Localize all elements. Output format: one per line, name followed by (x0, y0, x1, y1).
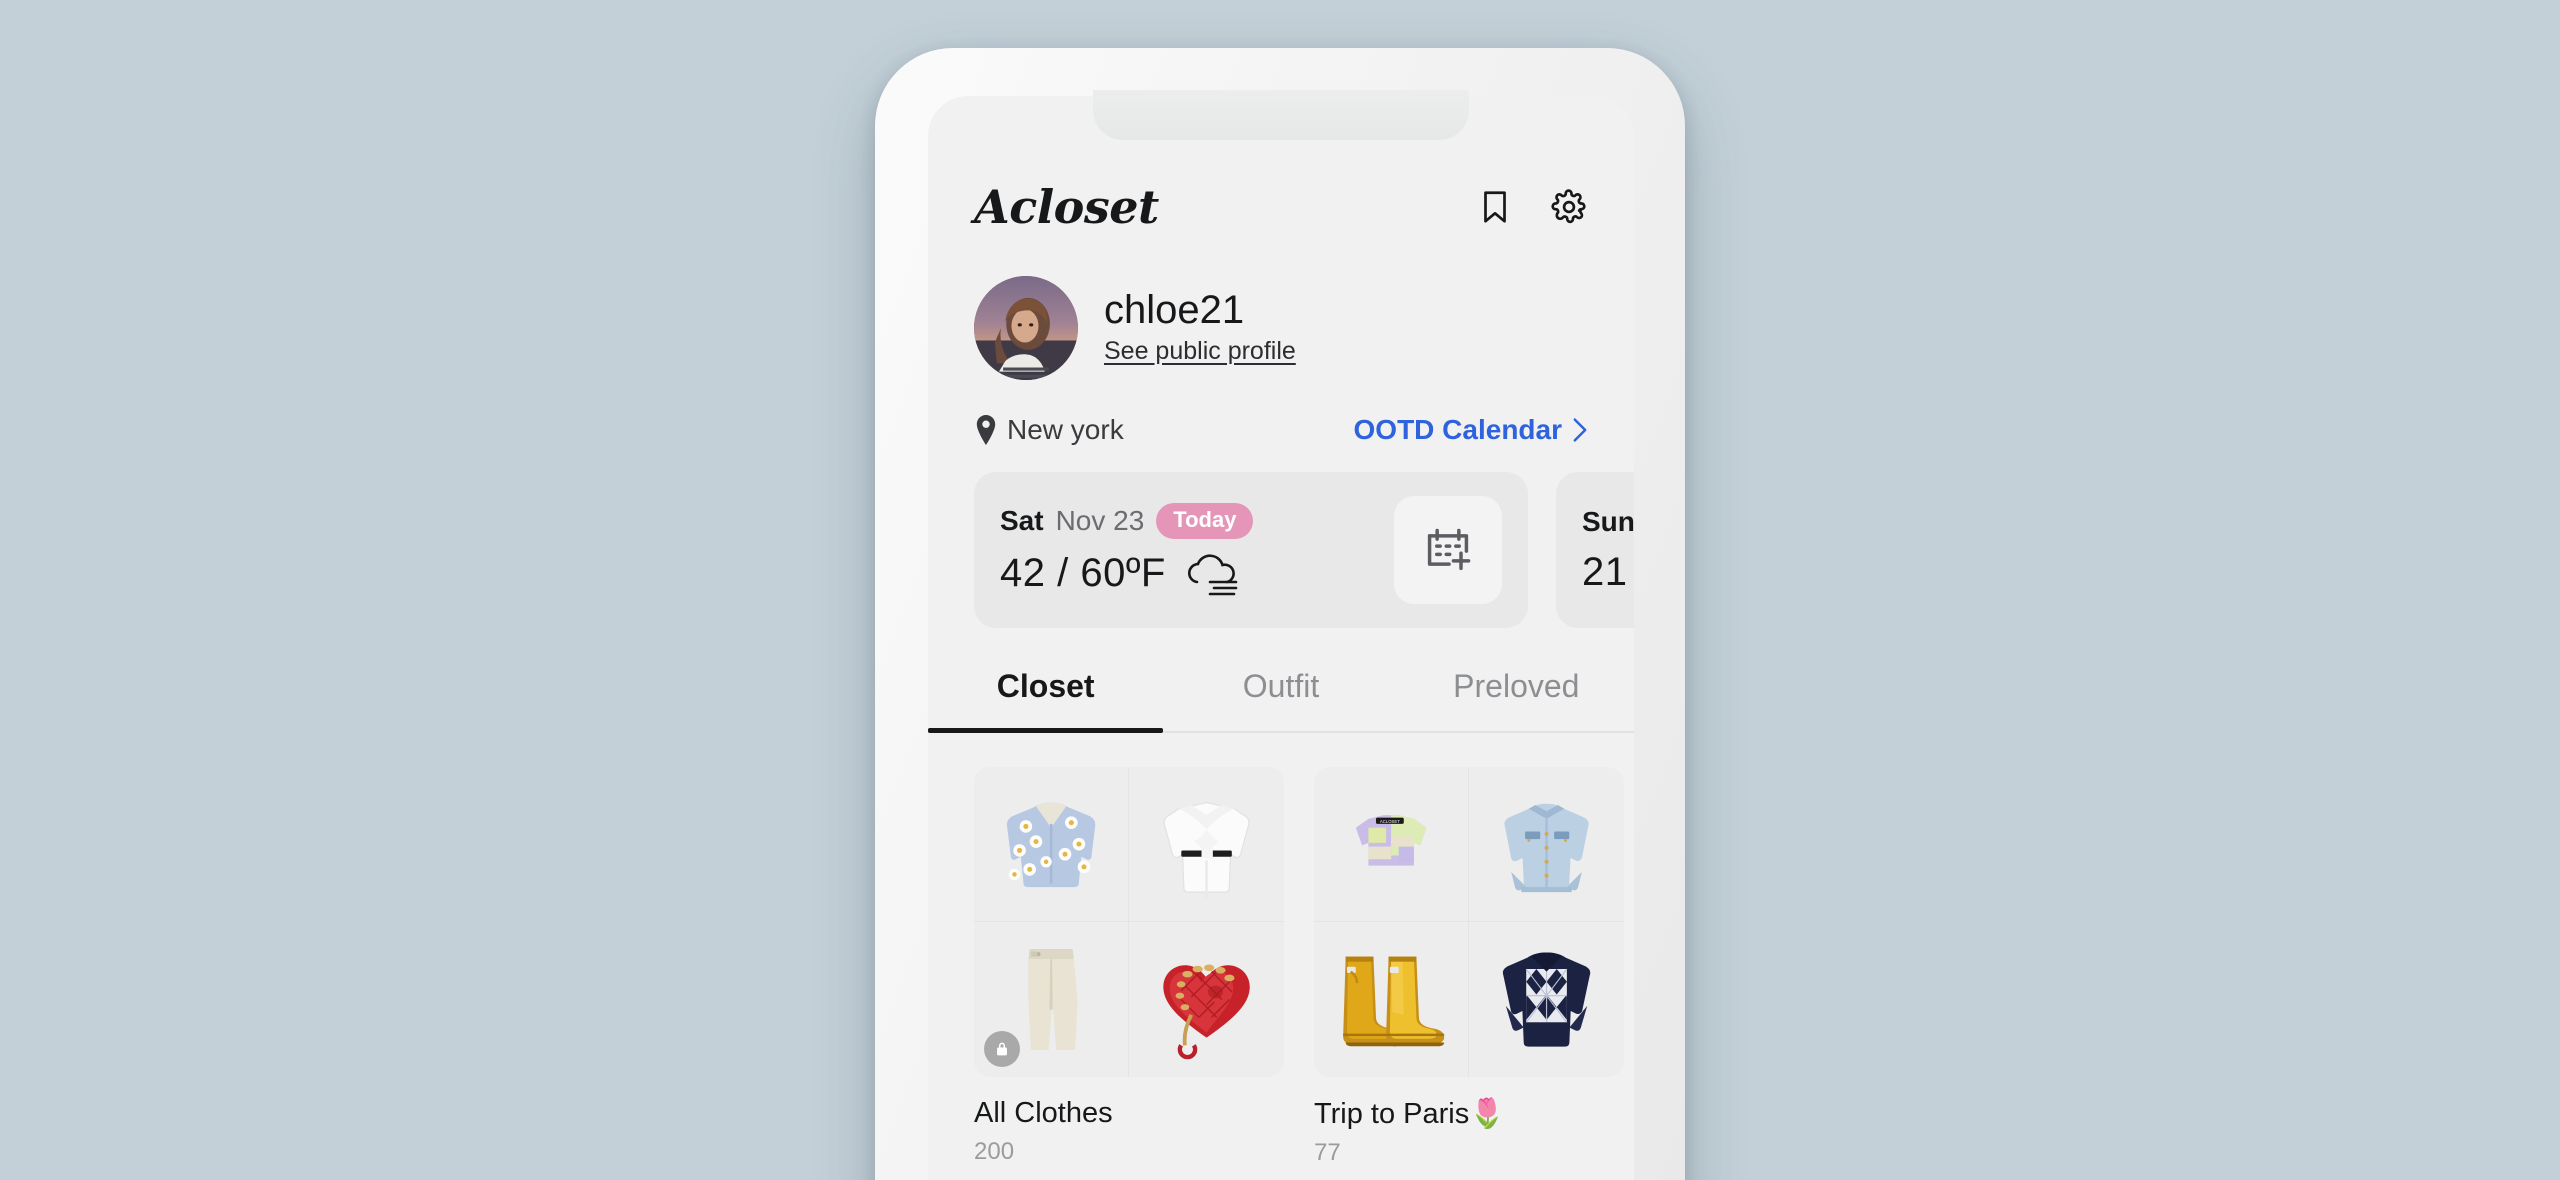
collection-count: 200 (974, 1138, 1015, 1165)
ootd-calendar-link[interactable]: OOTD Calendar (1354, 414, 1588, 446)
profile-text: chloe21 See public profile (1104, 290, 1296, 366)
svg-text:ACLOSET: ACLOSET (1380, 819, 1400, 824)
lock-icon (984, 1031, 1020, 1067)
tab-outfit[interactable]: Outfit (1163, 668, 1398, 731)
username: chloe21 (1104, 288, 1245, 333)
weather-date-row: Sun 1 (1582, 506, 1634, 538)
gear-icon[interactable] (1550, 188, 1588, 226)
closet-item-yellow-rain-boots[interactable] (1314, 922, 1469, 1077)
collection-thumbnail-grid[interactable] (974, 767, 1284, 1077)
collection-thumbnail-grid[interactable]: ACLOSET (1314, 767, 1624, 1077)
status-badge-today: Today (1156, 503, 1254, 539)
brand-logo: Acloset (974, 180, 1159, 234)
bookmark-icon[interactable] (1476, 188, 1514, 226)
weather-temp-row: 21 / (1582, 550, 1634, 595)
location-pin-icon (974, 415, 998, 445)
weather-temperature: 42 / 60ºF (1000, 551, 1166, 596)
location-row: New york OOTD Calendar (928, 380, 1634, 446)
location-city: New york (1007, 414, 1124, 445)
phone-screen: Acloset chloe21 See public profile New y… (928, 96, 1634, 1180)
tab-bar: Closet Outfit Preloved (928, 668, 1634, 733)
weather-date-row: Sat Nov 23 Today (1000, 503, 1254, 539)
closet-item-pastel-colorblock-crop-top[interactable]: ACLOSET (1314, 767, 1469, 922)
see-public-profile-link[interactable]: See public profile (1104, 338, 1296, 366)
weather-day-of-week: Sun (1582, 505, 1634, 537)
header-icon-group (1476, 188, 1588, 226)
collection-card[interactable]: ACLOSET Trip to Paris🌷 77 (1314, 767, 1624, 1167)
cloud-fog-icon (1184, 551, 1246, 597)
weather-date: Nov 23 (1055, 504, 1145, 536)
weather-day-of-week: Sat (1000, 504, 1044, 536)
tabs-wrap: Closet Outfit Preloved (928, 668, 1634, 733)
location-group[interactable]: New york (974, 414, 1124, 446)
weather-card-today[interactable]: Sat Nov 23 Today 42 / 60ºF (974, 472, 1528, 628)
closet-item-cream-wide-pants[interactable] (974, 922, 1129, 1077)
tab-preloved[interactable]: Preloved (1399, 668, 1634, 731)
closet-item-blue-daisy-cardigan[interactable] (974, 767, 1129, 922)
closet-item-white-wrap-blouse[interactable] (1129, 767, 1284, 922)
collection-title: Trip to Paris🌷 (1314, 1098, 1506, 1130)
avatar[interactable] (974, 276, 1078, 380)
collection-list: All Clothes 200 ACLOSET Trip to Paris🌷 7… (928, 733, 1634, 1167)
chevron-right-icon (1572, 417, 1588, 443)
collection-card[interactable]: All Clothes 200 (974, 767, 1284, 1167)
closet-item-light-denim-jacket[interactable] (1469, 767, 1624, 922)
phone-notch (1093, 90, 1469, 140)
collection-title: All Clothes (974, 1097, 1113, 1129)
weather-temperature: 21 / (1582, 549, 1634, 594)
weather-strip[interactable]: Sat Nov 23 Today 42 / 60ºF Sun 21 (928, 446, 1634, 628)
profile-row[interactable]: chloe21 See public profile (928, 234, 1634, 380)
weather-card-body: Sun 1 21 / (1582, 506, 1634, 595)
calendar-add-button[interactable] (1394, 496, 1502, 604)
weather-card-body: Sat Nov 23 Today 42 / 60ºF (1000, 503, 1254, 597)
weather-temp-row: 42 / 60ºF (1000, 551, 1253, 597)
closet-item-navy-argyle-sweater[interactable] (1469, 922, 1624, 1077)
tab-closet[interactable]: Closet (928, 668, 1164, 733)
collection-count: 77 (1314, 1139, 1341, 1166)
ootd-calendar-label: OOTD Calendar (1353, 414, 1562, 445)
weather-card-next[interactable]: Sun 1 21 / (1556, 472, 1634, 628)
closet-item-red-heart-handbag[interactable] (1129, 922, 1284, 1077)
